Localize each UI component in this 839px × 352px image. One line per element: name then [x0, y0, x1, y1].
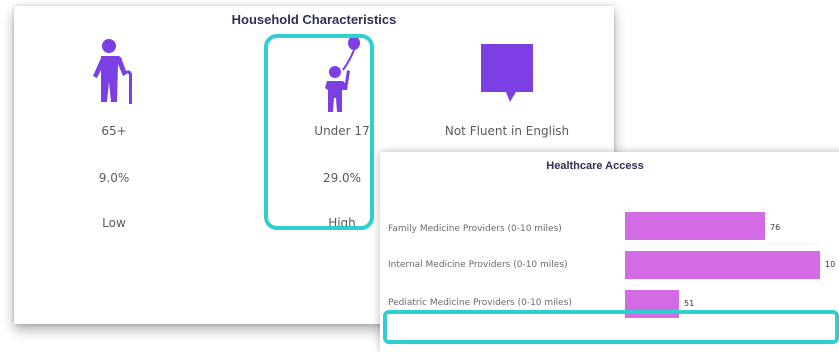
healthcare-title: Healthcare Access: [546, 160, 644, 172]
healthcare-bar-value: 10: [825, 260, 836, 269]
healthcare-bar-value: 76: [770, 223, 781, 232]
household-title: Household Characteristics: [231, 12, 397, 27]
speech-bubble-icon: [481, 44, 533, 102]
elderly-person-icon: [93, 39, 132, 104]
healthcare-row-label: Internal Medicine Providers (0-10 miles): [388, 260, 568, 270]
pediatric-highlight-box: [383, 310, 839, 344]
under-17-highlight-box: [264, 34, 374, 230]
household-column-65-plus: 65+ 9.0% Low: [29, 36, 199, 326]
healthcare-bar: [625, 212, 765, 240]
household-label: Not Fluent in English: [444, 124, 570, 138]
healthcare-row-label: Family Medicine Providers (0-10 miles): [388, 224, 562, 234]
healthcare-bar-value: 51: [684, 299, 695, 308]
household-label: 65+: [101, 124, 127, 138]
healthcare-bar: [625, 251, 820, 279]
healthcare-row-label: Pediatric Medicine Providers (0-10 miles…: [388, 298, 572, 308]
household-level: Low: [102, 216, 126, 230]
household-value: 9.0%: [98, 171, 130, 185]
